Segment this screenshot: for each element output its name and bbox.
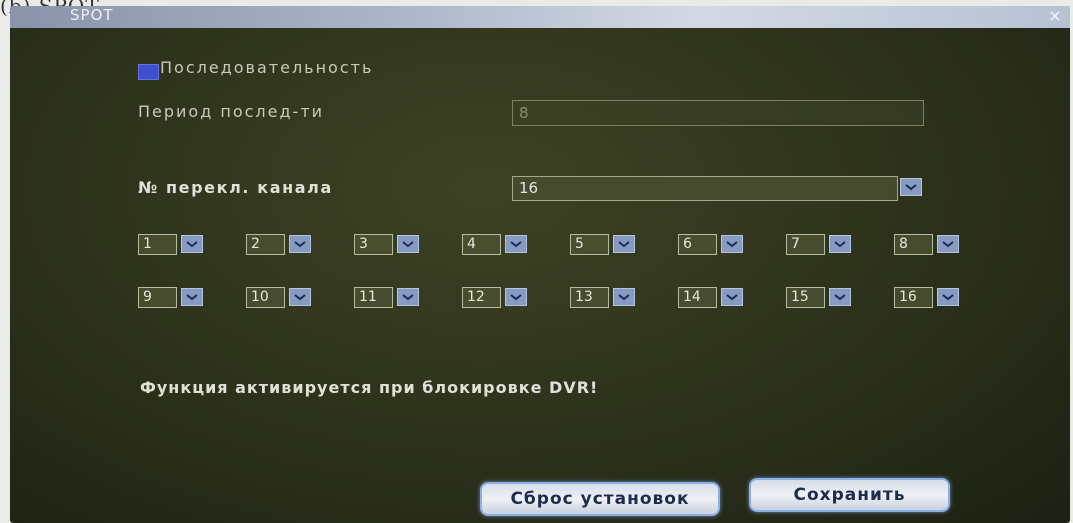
channel-select-8[interactable]: 8 <box>894 234 959 255</box>
channel-select-value: 3 <box>354 234 393 255</box>
chevron-down-icon[interactable] <box>181 235 203 253</box>
channel-select-10[interactable]: 10 <box>246 287 311 308</box>
channel-select-1[interactable]: 1 <box>138 234 203 255</box>
chevron-down-icon[interactable] <box>613 288 635 306</box>
channel-select-value: 2 <box>246 234 285 255</box>
chevron-down-icon[interactable] <box>937 235 959 253</box>
channel-switch-select[interactable]: 16 <box>512 176 898 201</box>
chevron-down-icon[interactable] <box>289 288 311 306</box>
channel-select-9[interactable]: 9 <box>138 287 203 308</box>
channel-select-5[interactable]: 5 <box>570 234 635 255</box>
chevron-down-icon[interactable] <box>505 235 527 253</box>
save-button[interactable]: Сохранить <box>749 478 950 512</box>
channel-select-3[interactable]: 3 <box>354 234 419 255</box>
channel-select-4[interactable]: 4 <box>462 234 527 255</box>
channel-select-value: 1 <box>138 234 177 255</box>
channel-select-value: 6 <box>678 234 717 255</box>
channel-select-16[interactable]: 16 <box>894 287 959 308</box>
chevron-down-icon[interactable] <box>721 235 743 253</box>
channel-select-2[interactable]: 2 <box>246 234 311 255</box>
chevron-down-icon[interactable] <box>289 235 311 253</box>
chevron-down-icon[interactable] <box>181 288 203 306</box>
close-icon[interactable]: × <box>1046 6 1064 26</box>
channel-select-value: 11 <box>354 287 393 308</box>
channel-select-value: 14 <box>678 287 717 308</box>
window-title: SPOT <box>70 6 114 24</box>
channel-select-14[interactable]: 14 <box>678 287 743 308</box>
chevron-down-icon[interactable] <box>613 235 635 253</box>
sequence-label: Последовательность <box>160 58 374 77</box>
reset-settings-button[interactable]: Сброс установок <box>480 482 720 516</box>
notice-text: Функция активируется при блокировке DVR! <box>140 378 599 397</box>
chevron-down-icon[interactable] <box>397 288 419 306</box>
chevron-down-icon[interactable] <box>721 288 743 306</box>
spot-window: SPOT × Последовательность Период послед-… <box>10 6 1070 523</box>
channel-select-12[interactable]: 12 <box>462 287 527 308</box>
chevron-down-icon[interactable] <box>900 178 922 196</box>
title-bar: SPOT × <box>10 6 1070 28</box>
period-label: Период послед-ти <box>138 102 325 121</box>
channel-select-value: 5 <box>570 234 609 255</box>
chevron-down-icon[interactable] <box>937 288 959 306</box>
channel-select-13[interactable]: 13 <box>570 287 635 308</box>
channel-select-value: 12 <box>462 287 501 308</box>
chevron-down-icon[interactable] <box>829 288 851 306</box>
channel-select-6[interactable]: 6 <box>678 234 743 255</box>
channel-switch-label: № перекл. канала <box>138 178 333 197</box>
period-input[interactable]: 8 <box>512 100 924 126</box>
channel-select-value: 4 <box>462 234 501 255</box>
channel-select-value: 8 <box>894 234 933 255</box>
chevron-down-icon[interactable] <box>829 235 851 253</box>
channel-select-value: 7 <box>786 234 825 255</box>
channel-select-7[interactable]: 7 <box>786 234 851 255</box>
sequence-checkbox[interactable] <box>138 64 159 80</box>
channel-select-value: 15 <box>786 287 825 308</box>
channel-select-value: 10 <box>246 287 285 308</box>
channel-select-value: 13 <box>570 287 609 308</box>
chevron-down-icon[interactable] <box>505 288 527 306</box>
channel-select-15[interactable]: 15 <box>786 287 851 308</box>
channel-select-11[interactable]: 11 <box>354 287 419 308</box>
channel-select-value: 16 <box>894 287 933 308</box>
channel-select-value: 9 <box>138 287 177 308</box>
chevron-down-icon[interactable] <box>397 235 419 253</box>
